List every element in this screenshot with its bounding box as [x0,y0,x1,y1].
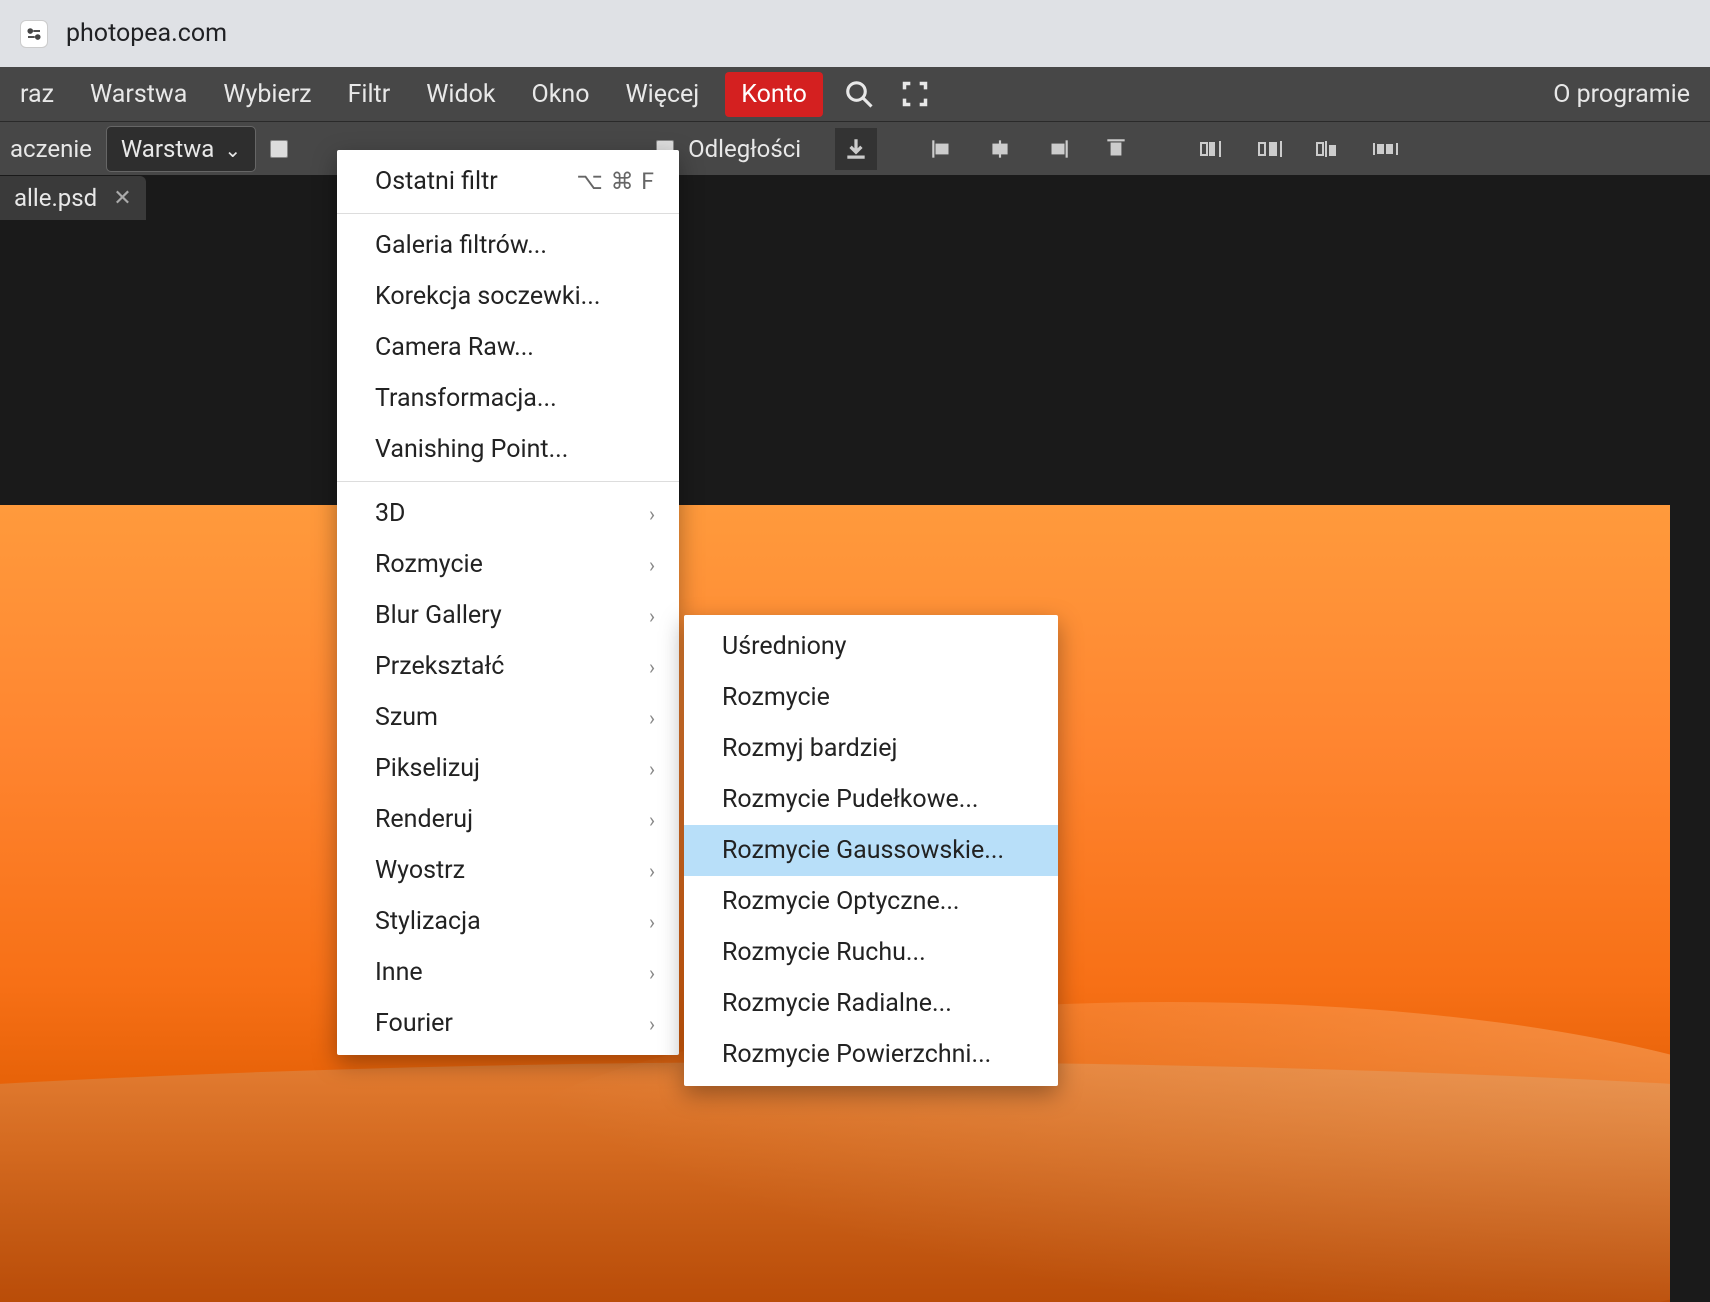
menu-fourier[interactable]: Fourier› [337,998,679,1049]
menu-divider [337,481,679,482]
menu-distort[interactable]: Przekształć› [337,641,679,692]
chevron-right-icon: › [649,757,655,781]
submenu-box-blur[interactable]: Rozmycie Pudełkowe... [684,774,1058,825]
filter-dropdown-menu: Ostatni filtr ⌥ ⌘ F Galeria filtrów... K… [337,150,679,1055]
align-hcenter-icon[interactable] [979,130,1021,168]
options-toolbar: aczenie Warstwa Odległości [0,121,1710,175]
chevron-right-icon: › [649,808,655,832]
distance-label: Odległości [688,135,801,163]
menu-sharpen[interactable]: Wyostrz› [337,845,679,896]
menu-filter-gallery[interactable]: Galeria filtrów... [337,220,679,271]
submenu-average[interactable]: Uśredniony [684,621,1058,672]
menu-obraz[interactable]: raz [2,70,72,119]
menu-widok[interactable]: Widok [408,70,513,119]
menu-blur[interactable]: Rozmycie› [337,539,679,590]
url-text[interactable]: photopea.com [66,19,227,48]
site-settings-icon[interactable] [20,20,48,48]
close-tab-icon[interactable]: ✕ [113,186,131,211]
chevron-right-icon: › [649,859,655,883]
distribute-2-icon[interactable] [1249,130,1291,168]
chevron-right-icon: › [649,604,655,628]
menu-3d[interactable]: 3D› [337,488,679,539]
menu-divider [337,213,679,214]
menu-wybierz[interactable]: Wybierz [205,70,329,119]
menu-stylize[interactable]: Stylizacja› [337,896,679,947]
fullscreen-icon[interactable] [895,74,935,114]
chevron-right-icon: › [649,1012,655,1036]
menu-blur-gallery[interactable]: Blur Gallery› [337,590,679,641]
menu-warstwa[interactable]: Warstwa [72,70,205,119]
submenu-surface-blur[interactable]: Rozmycie Powierzchni... [684,1029,1058,1080]
menu-okno[interactable]: Okno [514,70,608,119]
chevron-right-icon: › [649,706,655,730]
chevron-right-icon: › [649,655,655,679]
download-icon[interactable] [835,128,877,170]
browser-address-bar: photopea.com [0,0,1710,67]
main-menubar: raz Warstwa Wybierz Filtr Widok Okno Wię… [0,67,1710,121]
menu-last-filter-shortcut: ⌥ ⌘ F [576,168,655,195]
chevron-down-icon [224,135,241,163]
menu-render[interactable]: Renderuj› [337,794,679,845]
submenu-blur-more[interactable]: Rozmyj bardziej [684,723,1058,774]
layer-select[interactable]: Warstwa [106,126,256,172]
menu-about[interactable]: O programie [1535,70,1708,119]
submenu-lens-blur[interactable]: Rozmycie Optyczne... [684,876,1058,927]
menu-transform[interactable]: Transformacja... [337,373,679,424]
chevron-right-icon: › [649,502,655,526]
menu-lens-correction[interactable]: Korekcja soczewki... [337,271,679,322]
document-tabs: alle.psd ✕ [0,175,1710,221]
toolbar-label-1: aczenie [10,135,92,163]
menu-noise[interactable]: Szum› [337,692,679,743]
menu-wiecej[interactable]: Więcej [607,70,717,119]
file-tab-label: alle.psd [14,184,97,212]
blur-submenu: Uśredniony Rozmycie Rozmyj bardziej Rozm… [684,615,1058,1086]
menu-vanishing-point[interactable]: Vanishing Point... [337,424,679,475]
menu-camera-raw[interactable]: Camera Raw... [337,322,679,373]
menu-pixelate[interactable]: Pikselizuj› [337,743,679,794]
file-tab[interactable]: alle.psd ✕ [0,176,146,220]
distribute-3-icon[interactable] [1307,130,1349,168]
submenu-motion-blur[interactable]: Rozmycie Ruchu... [684,927,1058,978]
chevron-right-icon: › [649,553,655,577]
menu-account[interactable]: Konto [725,72,823,117]
menu-last-filter[interactable]: Ostatni filtr ⌥ ⌘ F [337,156,679,207]
checkbox-1[interactable] [270,140,288,158]
submenu-blur[interactable]: Rozmycie [684,672,1058,723]
chevron-right-icon: › [649,910,655,934]
layer-select-label: Warstwa [121,135,214,163]
submenu-gaussian-blur[interactable]: Rozmycie Gaussowskie... [684,825,1058,876]
submenu-radial-blur[interactable]: Rozmycie Radialne... [684,978,1058,1029]
distribute-1-icon[interactable] [1191,130,1233,168]
menu-other[interactable]: Inne› [337,947,679,998]
align-right-icon[interactable] [1037,130,1079,168]
menu-filtr[interactable]: Filtr [330,70,409,119]
align-top-icon[interactable] [1095,130,1137,168]
menu-last-filter-label: Ostatni filtr [375,167,498,196]
align-left-icon[interactable] [921,130,963,168]
chevron-right-icon: › [649,961,655,985]
distribute-4-icon[interactable] [1365,130,1407,168]
search-icon[interactable] [839,74,879,114]
